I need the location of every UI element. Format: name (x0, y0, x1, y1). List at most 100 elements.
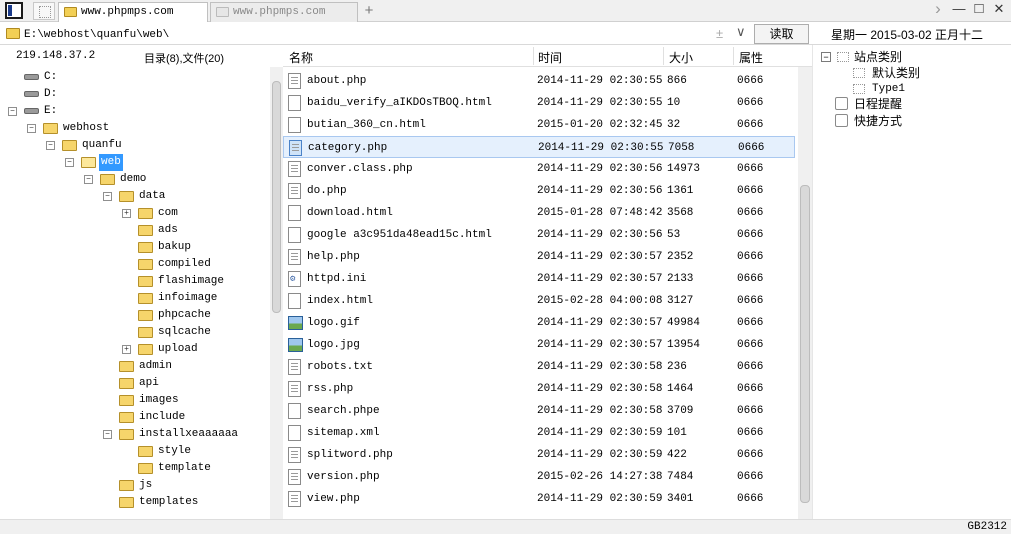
tree-node[interactable]: ads (0, 222, 268, 239)
file-size: 14973 (667, 163, 701, 175)
column-divider[interactable] (733, 47, 734, 65)
tree-node[interactable]: + upload (0, 341, 268, 358)
file-list-scrollbar-thumb[interactable] (800, 185, 810, 503)
file-size: 3709 (667, 405, 694, 417)
tab-phpmps-active[interactable]: www.phpmps.com (58, 2, 208, 22)
blank-tab-icon[interactable] (33, 2, 55, 20)
close-button[interactable]: ✕ (991, 1, 1007, 17)
file-row[interactable]: version.php 2015-02-26 14:27:38 7484 0666 (283, 466, 795, 488)
tree-node[interactable]: phpcache (0, 307, 268, 324)
tree-node[interactable]: − E: (0, 103, 268, 120)
tree-node[interactable]: − demo (0, 171, 268, 188)
file-row[interactable]: about.php 2014-11-29 02:30:55 866 0666 (283, 70, 795, 92)
collapse-icon[interactable]: − (821, 52, 831, 62)
sidebar-panel: − 站点类别 默认类别 Type1 日程提醒 快捷方式 (812, 45, 1011, 519)
tree-node[interactable]: admin (0, 358, 268, 375)
tree-node[interactable]: images (0, 392, 268, 409)
collapse-icon[interactable]: − (103, 430, 112, 439)
column-header-time[interactable]: 时间 (538, 49, 562, 66)
file-list-scrollbar[interactable] (798, 67, 812, 519)
column-header-attr[interactable]: 属性 (739, 49, 763, 66)
minimize-button[interactable]: — (951, 1, 967, 17)
new-tab-button[interactable]: + (362, 2, 376, 20)
path-dropdown-icon[interactable]: ∨ (736, 24, 746, 40)
file-row[interactable]: conver.class.php 2014-11-29 02:30:56 14973… (283, 158, 795, 180)
file-size: 3127 (667, 295, 694, 307)
file-row[interactable]: google a3c951da48ead15c.html 2014-11-29 0… (283, 224, 795, 246)
file-row[interactable]: help.php 2014-11-29 02:30:57 2352 0666 (283, 246, 795, 268)
tree-node[interactable]: style (0, 443, 268, 460)
tree-node[interactable]: templates (0, 494, 268, 511)
tree-node[interactable]: − webhost (0, 120, 268, 137)
site-category-label: 站点类别 (854, 50, 903, 64)
app-menu-icon[interactable] (5, 2, 23, 19)
tree-node[interactable]: infoimage (0, 290, 268, 307)
file-attr: 0666 (737, 185, 764, 197)
file-row[interactable]: httpd.ini 2014-11-29 02:30:57 2133 0666 (283, 268, 795, 290)
file-attr: 0666 (737, 75, 764, 87)
config-file-icon (288, 271, 301, 287)
tree-node[interactable]: api (0, 375, 268, 392)
tree-scrollbar-thumb[interactable] (272, 81, 281, 313)
file-row[interactable]: search.phpe 2014-11-29 02:30:58 3709 0666 (283, 400, 795, 422)
file-attr: 0666 (737, 427, 764, 439)
add-path-icon[interactable]: ± (716, 26, 723, 41)
document-icon (288, 403, 301, 419)
tree-node[interactable]: template (0, 460, 268, 477)
read-button[interactable]: 读取 (754, 24, 809, 44)
column-header-name[interactable]: 名称 (289, 49, 313, 66)
file-row[interactable]: robots.txt 2014-11-29 02:30:58 236 0666 (283, 356, 795, 378)
tree-node[interactable]: flashimage (0, 273, 268, 290)
encoding-label[interactable]: GB2312 (967, 521, 1007, 533)
tree-node[interactable]: + com (0, 205, 268, 222)
expand-icon[interactable]: + (122, 209, 131, 218)
tree-node[interactable]: C: (0, 69, 268, 86)
expand-icon[interactable]: + (122, 345, 131, 354)
file-row[interactable]: do.php 2014-11-29 02:30:56 1361 0666 (283, 180, 795, 202)
tree-node[interactable]: js (0, 477, 268, 494)
drive-icon (24, 91, 39, 97)
file-row[interactable]: view.php 2014-11-29 02:30:59 3401 0666 (283, 488, 795, 510)
collapse-icon[interactable]: − (27, 124, 36, 133)
tree-node[interactable]: − installxeaaaaaa (0, 426, 268, 443)
file-row[interactable]: sitemap.xml 2014-11-29 02:30:59 101 0666 (283, 422, 795, 444)
file-size: 101 (667, 427, 687, 439)
tree-node[interactable]: − data (0, 188, 268, 205)
tree-node-label: flashimage (158, 275, 225, 287)
tree-node[interactable]: − quanfu (0, 137, 268, 154)
tree-scrollbar[interactable] (270, 67, 283, 519)
folder-icon (62, 140, 77, 151)
file-size: 13954 (667, 339, 701, 351)
chevron-right-icon[interactable]: › (930, 0, 946, 17)
file-time: 2015-02-26 14:27:38 (537, 471, 663, 483)
file-row[interactable]: baidu_verify_aIKDOsTBOQ.html 2014-11-29 0… (283, 92, 795, 114)
file-row[interactable]: splitword.php 2014-11-29 02:30:59 422 0666 (283, 444, 795, 466)
document-icon (288, 249, 301, 265)
collapse-icon[interactable]: − (65, 158, 74, 167)
file-size: 10 (667, 97, 681, 109)
column-divider[interactable] (533, 47, 534, 65)
column-header-size[interactable]: 大小 (669, 49, 693, 66)
tree-node[interactable]: − web (0, 154, 268, 171)
file-row[interactable]: index.html 2015-02-28 04:00:08 3127 0666 (283, 290, 795, 312)
file-row[interactable]: logo.jpg 2014-11-29 02:30:57 13954 0666 (283, 334, 795, 356)
collapse-icon[interactable]: − (46, 141, 55, 150)
tree-node[interactable]: D: (0, 86, 268, 103)
file-row[interactable]: butian_360_cn.html 2015-01-20 02:32:45 32 0… (283, 114, 795, 136)
file-row[interactable]: download.html 2015-01-28 07:48:42 3568 0666 (283, 202, 795, 224)
maximize-button[interactable]: □ (971, 1, 987, 17)
collapse-icon[interactable]: − (84, 175, 93, 184)
tab-phpmps-inactive[interactable]: www.phpmps.com (210, 2, 358, 22)
tree-node[interactable]: include (0, 409, 268, 426)
tree-node[interactable]: compiled (0, 256, 268, 273)
file-row[interactable]: rss.php 2014-11-29 02:30:58 1464 0666 (283, 378, 795, 400)
file-size: 2133 (667, 273, 694, 285)
tree-node[interactable]: bakup (0, 239, 268, 256)
path-input[interactable] (24, 26, 752, 43)
collapse-icon[interactable]: − (103, 192, 112, 201)
collapse-icon[interactable]: − (8, 107, 17, 116)
column-divider[interactable] (663, 47, 664, 65)
file-row[interactable]: category.php 2014-11-29 02:30:55 7058 0666 (283, 136, 795, 158)
file-row[interactable]: logo.gif 2014-11-29 02:30:57 49984 0666 (283, 312, 795, 334)
tree-node[interactable]: sqlcache (0, 324, 268, 341)
